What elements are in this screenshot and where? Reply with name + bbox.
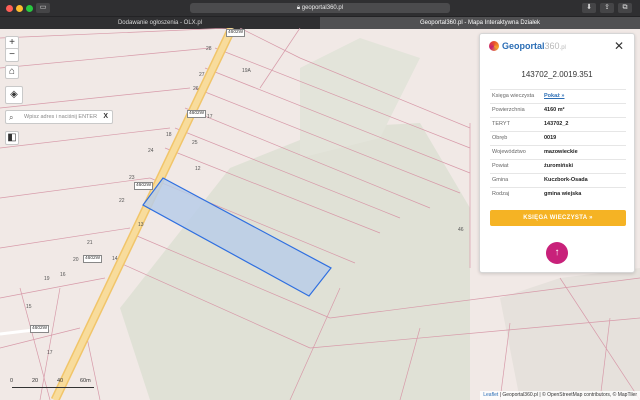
logo: Geoportal360.pl [502, 41, 566, 51]
parcel-id: 143702_2.0019.351 [521, 70, 593, 79]
parcel-number: 25 [192, 140, 198, 146]
measure-icon[interactable]: ◧ [5, 131, 19, 145]
road-label: 4602W [30, 325, 50, 333]
geoportal-logo-icon [489, 41, 499, 51]
zoom-out-button[interactable]: − [5, 48, 19, 62]
parcel-number: 13 [138, 222, 144, 228]
parcel-number: 22 [119, 198, 125, 204]
minimize-window-icon[interactable] [16, 5, 23, 12]
info-row: Gmina Kuczbork-Osada [490, 173, 626, 186]
parcel-number: 18 [166, 132, 172, 138]
search-icon: ⌕ [9, 113, 14, 122]
field-area [500, 268, 640, 400]
parcel-number: 16 [60, 272, 66, 278]
parcel-number: 27 [199, 72, 205, 78]
kw-button[interactable]: KSIĘGA WIECZYSTA » [490, 210, 626, 226]
kw-link[interactable]: Pokaż » [544, 90, 564, 103]
info-row: Powierzchnia 4160 m² [490, 103, 626, 116]
address-bar[interactable]: 🔒︎ geoportal360.pl [190, 3, 450, 13]
parcel-number: 19 [44, 276, 50, 282]
scroll-up-button[interactable]: ↑ [546, 242, 568, 264]
info-row: Rodzaj gmina wiejska [490, 187, 626, 200]
close-icon[interactable]: ✕ [614, 39, 624, 53]
parcel-number: 21 [87, 240, 93, 246]
parcel-number: 24 [148, 148, 154, 154]
share-icon[interactable]: ⇪ [600, 3, 614, 13]
parcel-number: 14 [112, 256, 118, 262]
attribution: Leaflet | Geoportal360.pl | © OpenStreet… [480, 391, 640, 400]
info-row: TERYT 143702_2 [490, 117, 626, 130]
info-row: Księga wieczysta Pokaż » [490, 89, 626, 102]
parcel-info-panel: Geoportal360.pl ✕ 143702_2.0019.351 Księ… [479, 33, 635, 273]
sidebar-toggle-icon[interactable]: ▭ [36, 3, 50, 13]
tabs-overview-icon[interactable]: ⧉ [618, 3, 632, 13]
map-scale: 0 20 40 60m [10, 378, 100, 390]
parcel-number: 23 [129, 175, 135, 181]
road-label: 4602W [187, 110, 207, 118]
parcel-number: 17 [47, 350, 53, 356]
parcel-number: 46 [458, 227, 464, 233]
leaflet-link[interactable]: Leaflet [483, 392, 498, 398]
search-input[interactable]: ⌕ Wpisz adres i naciśnij ENTER X [5, 110, 113, 124]
parcel-number: 26 [193, 86, 199, 92]
parcel-number: 15 [26, 304, 32, 310]
info-row: Obręb 0019 [490, 131, 626, 144]
parcel-number: 17 [207, 114, 213, 120]
download-icon[interactable]: ⬇ [582, 3, 596, 13]
info-row: Powiat żuromiński [490, 159, 626, 172]
road-label: 4602W [83, 255, 103, 263]
parcel-number: 19A [242, 68, 251, 74]
road-label: 4602W [134, 182, 154, 190]
tab-bar: Dodawanie ogłoszenia - OLX.pl Geoportal3… [0, 16, 640, 29]
layers-icon[interactable]: ◈ [5, 86, 23, 104]
info-row: Województwo mazowieckie [490, 145, 626, 158]
road-label: 4602W [226, 29, 246, 37]
close-window-icon[interactable] [6, 5, 13, 12]
scale-bar [12, 386, 94, 388]
home-icon[interactable]: ⌂ [5, 65, 19, 79]
clear-search-button[interactable]: X [103, 111, 108, 123]
maximize-window-icon[interactable] [26, 5, 33, 12]
parcel-number: 12 [195, 166, 201, 172]
browser-toolbar: ▭ 🔒︎ geoportal360.pl ⬇ ⇪ ⧉ [0, 0, 640, 16]
parcel-number: 20 [73, 257, 79, 263]
parcel-number: 28 [206, 46, 212, 52]
